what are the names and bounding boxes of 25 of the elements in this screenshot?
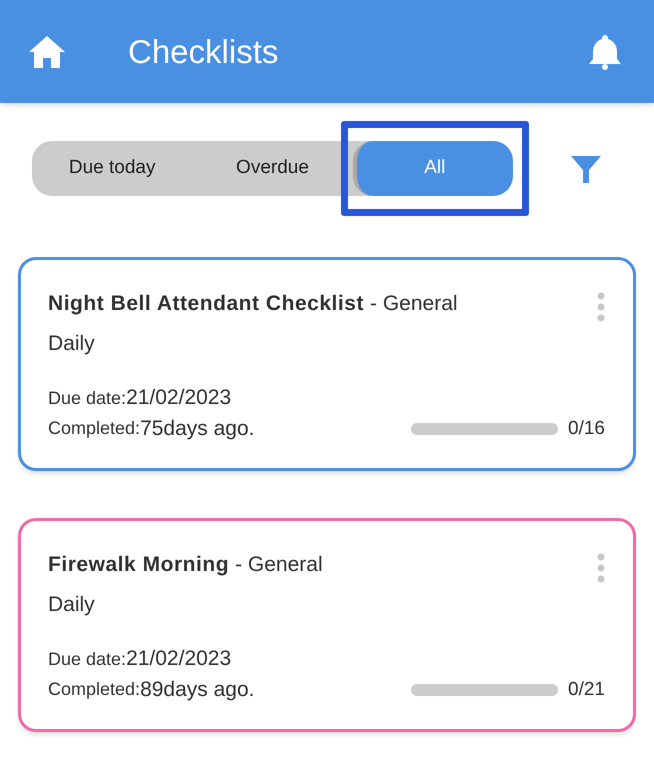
- more-options-icon[interactable]: [597, 292, 605, 322]
- checklist-card[interactable]: Night Bell Attendant Checklist - General Daily Due date:21/02/2023 Completed:75days ago. 0/16: [18, 257, 636, 471]
- completed-value: 75days ago.: [140, 416, 254, 442]
- page-title: Checklists: [128, 32, 278, 72]
- due-date-label: Due date:: [48, 386, 126, 410]
- due-date-value: 21/02/2023: [126, 384, 232, 410]
- category-label: - General: [235, 552, 323, 578]
- checklist-title: Night Bell Attendant Checklist: [48, 291, 364, 317]
- frequency-label: Daily: [48, 592, 96, 618]
- completed-label: Completed:: [48, 417, 140, 440]
- completed-value: 89days ago.: [140, 677, 254, 703]
- checklist-card[interactable]: Firewalk Morning - General Daily Due date:21/02/2023 Completed:89days ago. 0/21: [18, 518, 636, 732]
- checklist-title: Firewalk Morning: [48, 552, 230, 578]
- due-date-value: 21/02/2023: [126, 646, 232, 672]
- more-options-icon[interactable]: [597, 553, 605, 583]
- frequency-label: Daily: [48, 331, 96, 357]
- filter-tab[interactable]: Overdue: [192, 141, 353, 196]
- bell-icon[interactable]: [588, 32, 622, 70]
- category-label: - General: [370, 291, 458, 317]
- progress-count: 0/16: [568, 416, 605, 440]
- due-date-label: Due date:: [48, 648, 126, 670]
- home-icon[interactable]: [28, 34, 66, 68]
- filter-tab[interactable]: Due today: [32, 141, 192, 196]
- completed-label: Completed:: [48, 678, 140, 702]
- progress-count: 0/21: [568, 678, 605, 702]
